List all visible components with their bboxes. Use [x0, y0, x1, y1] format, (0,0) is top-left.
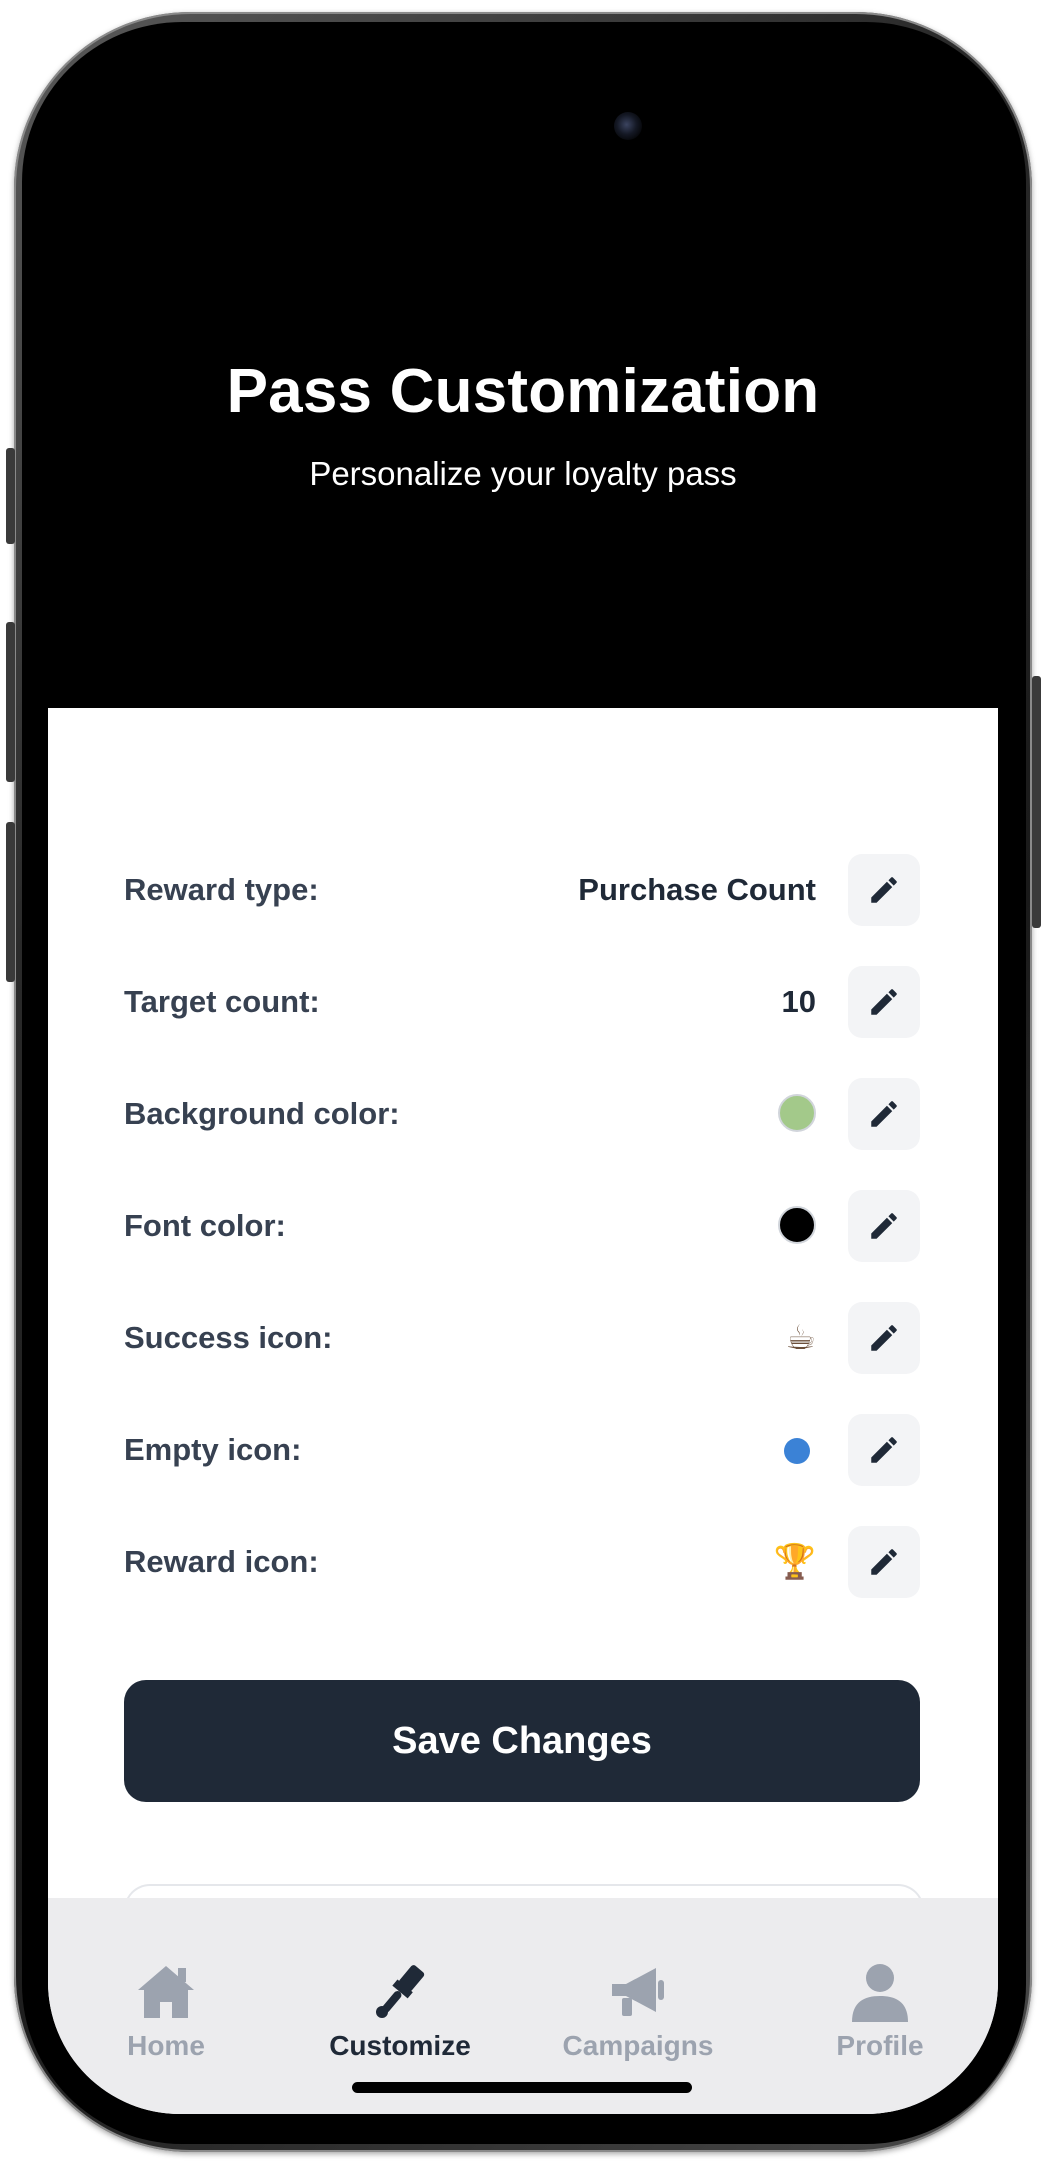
pencil-icon [871, 1325, 897, 1351]
setting-value: Purchase Count [578, 872, 816, 907]
pencil-icon [871, 1101, 897, 1127]
setting-row-success-icon: Success icon: ☕ [124, 1302, 920, 1376]
pencil-icon [871, 1437, 897, 1463]
font-color-swatch [778, 1206, 816, 1244]
pencil-icon [871, 1549, 897, 1575]
tab-home[interactable]: Home [76, 1960, 256, 2062]
tab-label: Home [127, 2030, 205, 2061]
setting-label: Success icon: [124, 1320, 333, 1355]
house-icon [138, 1966, 194, 2018]
pencil-icon [871, 877, 897, 903]
save-changes-button[interactable]: Save Changes [124, 1680, 920, 1802]
setting-label: Reward icon: [124, 1544, 319, 1579]
setting-value: 10 [781, 984, 816, 1019]
page-title: Pass Customization [226, 357, 820, 426]
setting-row-reward-type: Reward type: Purchase Count [124, 854, 920, 928]
pencil-icon [871, 1213, 897, 1239]
edit-success-icon-button[interactable] [848, 1302, 920, 1374]
setting-row-font-color: Font color: [124, 1190, 920, 1264]
edit-font-color-button[interactable] [848, 1190, 920, 1262]
setting-label: Reward type: [124, 872, 319, 907]
action-button [6, 448, 15, 544]
setting-label: Background color: [124, 1096, 400, 1131]
edit-target-count-button[interactable] [848, 966, 920, 1038]
screen: Pass Customization Personalize your loya… [48, 36, 998, 2114]
setting-label: Target count: [124, 984, 320, 1019]
page-subtitle: Personalize your loyalty pass [309, 455, 737, 492]
front-camera [614, 112, 642, 140]
edit-reward-type-button[interactable] [848, 854, 920, 926]
tab-label: Customize [329, 2030, 471, 2061]
power-button [1032, 676, 1041, 928]
blue-circle-icon [784, 1438, 810, 1464]
setting-label: Font color: [124, 1208, 286, 1243]
paintbrush-icon [376, 1965, 425, 2018]
setting-row-reward-icon: Reward icon: 🏆 [124, 1526, 920, 1600]
megaphone-icon [612, 1968, 664, 2016]
setting-row-background-color: Background color: [124, 1078, 920, 1152]
setting-row-empty-icon: Empty icon: [124, 1414, 920, 1488]
person-icon [852, 1964, 908, 2022]
trophy-icon: 🏆 [773, 1542, 816, 1582]
tab-customize[interactable]: Customize [310, 1960, 490, 2062]
tab-label: Campaigns [562, 2030, 714, 2061]
setting-label: Empty icon: [124, 1432, 302, 1467]
coffee-cup-icon: ☕ [785, 1318, 816, 1358]
setting-row-target-count: Target count: 10 [124, 966, 920, 1040]
volume-down-button [6, 822, 15, 982]
tab-profile[interactable]: Profile [790, 1960, 970, 2062]
edit-background-color-button[interactable] [848, 1078, 920, 1150]
tab-label: Profile [836, 2030, 924, 2061]
home-indicator [352, 2082, 692, 2093]
pencil-icon [871, 989, 897, 1015]
edit-empty-icon-button[interactable] [848, 1414, 920, 1486]
tab-campaigns[interactable]: Campaigns [548, 1960, 728, 2062]
edit-reward-icon-button[interactable] [848, 1526, 920, 1598]
background-color-swatch [778, 1094, 816, 1132]
volume-up-button [6, 622, 15, 782]
